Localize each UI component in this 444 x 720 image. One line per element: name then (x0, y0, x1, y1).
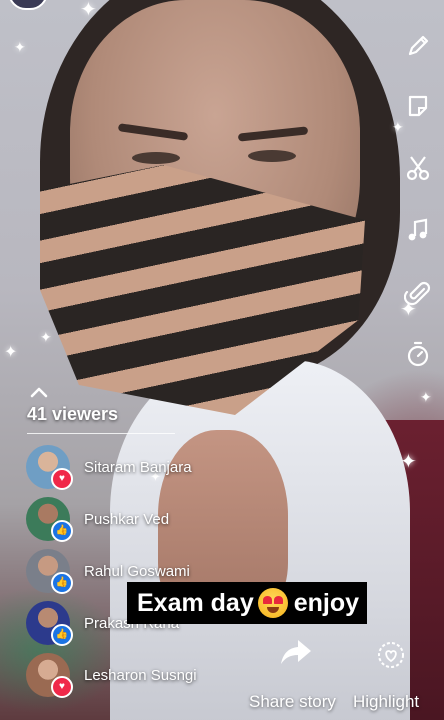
music-note-icon[interactable] (402, 214, 434, 246)
avatar: 👍 (26, 497, 73, 542)
share-arrow-icon[interactable] (280, 638, 312, 666)
sparkle-icon: ✦ (420, 389, 432, 405)
sticker-icon[interactable] (402, 90, 434, 122)
photo-eye-right (248, 150, 296, 162)
photo-eye-left (132, 152, 180, 164)
story-viewer: ✦ ✦ ✦ ✦ ✦ ✦ ✦ ✦ ✦ 41 viewers ♥ Sitaram B… (0, 0, 444, 720)
avatar: 👍 (26, 549, 73, 594)
pencil-icon[interactable] (402, 30, 434, 62)
chevron-up-icon[interactable] (30, 386, 48, 398)
sparkle-icon: ✦ (40, 329, 52, 345)
highlight-button[interactable]: Highlight (353, 692, 419, 712)
photo-brow-left (117, 123, 189, 141)
divider (27, 433, 175, 434)
love-reaction-icon: ♥ (51, 676, 73, 698)
viewer-name: Rahul Goswami (84, 562, 190, 580)
sparkle-icon: ✦ (392, 119, 404, 135)
paperclip-icon[interactable] (402, 278, 434, 310)
viewer-item[interactable]: 👍 Pushkar Ved (26, 496, 286, 542)
like-reaction-icon: 👍 (51, 624, 73, 646)
like-reaction-icon: 👍 (51, 572, 73, 594)
sparkle-icon: ✦ (14, 39, 26, 55)
caption-text-start: Exam day (137, 588, 254, 617)
avatar: 👍 (26, 601, 73, 646)
sparkle-icon: ✦ (400, 451, 417, 473)
viewer-item[interactable]: ♥ Sitaram Banjara (26, 444, 286, 490)
timer-icon[interactable] (402, 338, 434, 370)
highlight-icon[interactable] (376, 640, 406, 670)
avatar: ♥ (26, 445, 73, 490)
viewer-name: Pushkar Ved (84, 510, 170, 528)
love-reaction-icon: ♥ (51, 468, 73, 490)
photo-brow-right (237, 126, 309, 142)
sparkle-icon: ✦ (4, 344, 18, 361)
viewer-name: Lesharon Susngi (84, 666, 197, 684)
avatar: ♥ (26, 653, 73, 698)
heart-eyes-emoji-icon (257, 588, 288, 618)
viewer-name: Sitaram Banjara (84, 458, 192, 476)
caption-text-end: enjoy (293, 588, 360, 617)
viewers-count[interactable]: 41 viewers (27, 404, 118, 425)
scissors-icon[interactable] (402, 152, 434, 184)
viewer-item[interactable]: ♥ Lesharon Susngi (26, 652, 286, 698)
story-caption: Exam day enjoy (127, 582, 368, 624)
share-story-button[interactable]: Share story (249, 692, 336, 712)
like-reaction-icon: 👍 (51, 520, 73, 542)
sparkle-icon: ✦ (80, 0, 97, 21)
